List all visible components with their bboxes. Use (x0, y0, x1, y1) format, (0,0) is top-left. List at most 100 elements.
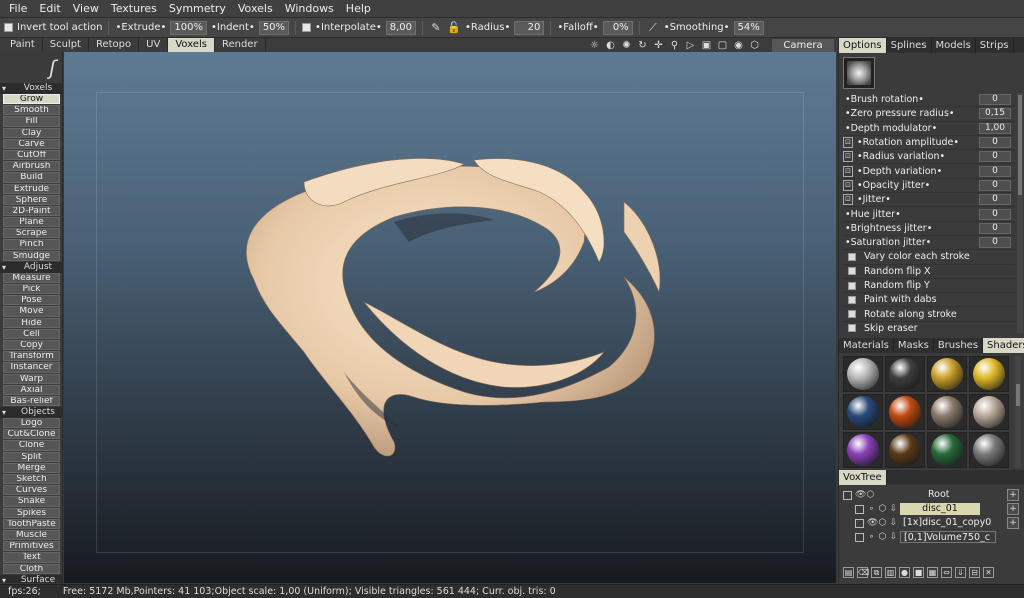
tool-toothpaste[interactable]: ToothPaste (3, 518, 60, 529)
radius-field[interactable]: 20 (514, 20, 545, 35)
tool-2d-paint[interactable]: 2D-Paint (3, 205, 60, 217)
new-folder-icon[interactable]: ▤ (843, 567, 854, 578)
sphere-icon[interactable]: ● (899, 567, 910, 578)
tool-warp[interactable]: Warp (3, 373, 60, 384)
shader-scrollbar[interactable] (1015, 356, 1021, 468)
tool-snake[interactable]: Snake (3, 496, 60, 507)
surface-mode-icon[interactable]: ⇩ (889, 518, 898, 528)
menu-voxels[interactable]: Voxels (232, 0, 279, 18)
add-volume-button[interactable]: + (1007, 517, 1019, 529)
trash-icon[interactable]: ⌫ (857, 567, 869, 578)
tree-row[interactable]: ∘ ⬡ ⇩ [0,1]Volume750_c (843, 530, 1021, 544)
menu-help[interactable]: Help (340, 0, 377, 18)
add-volume-button[interactable]: + (1007, 489, 1019, 501)
eye-icon[interactable]: 👁 (867, 518, 878, 528)
lock-icon[interactable]: ⊡ (843, 179, 853, 191)
tool-plane[interactable]: Plane (3, 217, 60, 228)
eye-icon[interactable]: 👁 (855, 490, 866, 500)
menu-file[interactable]: File (3, 0, 33, 18)
tool-logo[interactable]: Logo (3, 418, 60, 429)
tool-split[interactable]: Split (3, 451, 60, 462)
ghost-icon[interactable]: ∘ (867, 504, 876, 514)
option-value-field[interactable]: 0 (979, 237, 1011, 249)
option-row[interactable]: •Brush rotation• 0 (843, 93, 1015, 108)
tab-retopo[interactable]: Retopo (89, 38, 140, 52)
option-checkbox-row[interactable]: Paint with dabs (843, 293, 1015, 308)
tab-render[interactable]: Render (215, 38, 266, 52)
tool-smudge[interactable]: Smudge (3, 250, 60, 261)
option-checkbox-row[interactable]: Random flip X (843, 265, 1015, 279)
option-row[interactable]: ⊡ •Depth variation• 0 (843, 164, 1015, 179)
invert-checkbox[interactable] (4, 23, 13, 32)
checkbox[interactable] (848, 295, 856, 304)
duplicate-icon[interactable]: ⧉ (871, 567, 882, 578)
tool-cell[interactable]: Cell (3, 328, 60, 339)
menu-edit[interactable]: Edit (33, 0, 66, 18)
section-surface[interactable]: Surface (0, 574, 62, 583)
shader-swatch[interactable] (885, 356, 925, 392)
tool-bas-relief[interactable]: Bas-relief (3, 395, 60, 407)
export-icon[interactable]: ⊟ (969, 567, 980, 578)
option-row[interactable]: •Hue jitter• 0 (843, 207, 1015, 222)
option-value-field[interactable]: 0 (979, 165, 1011, 177)
shader-swatch[interactable] (969, 394, 1009, 430)
shader-swatch[interactable] (885, 432, 925, 468)
option-row[interactable]: ⊡ •Jitter• 0 (843, 193, 1015, 208)
cube-icon[interactable]: ⬡ (748, 40, 761, 51)
option-value-field[interactable]: 0 (979, 208, 1011, 220)
tool-fill[interactable]: Fill (3, 116, 60, 127)
tab-models[interactable]: Models (932, 38, 976, 53)
tab-paint[interactable]: Paint (3, 38, 43, 52)
shader-swatch[interactable] (843, 432, 883, 468)
menu-view[interactable]: View (67, 0, 105, 18)
tool-merge[interactable]: Merge (3, 462, 60, 473)
visibility-checkbox[interactable] (855, 518, 864, 528)
checkbox[interactable] (848, 252, 856, 261)
surface-mode-icon[interactable]: ⇩ (889, 532, 898, 542)
option-checkbox-row[interactable]: Random flip Y (843, 279, 1015, 294)
sun-icon[interactable]: ✺ (620, 40, 633, 51)
tab-uv[interactable]: UV (139, 38, 169, 52)
shader-swatch[interactable] (969, 356, 1009, 392)
ghost-icon[interactable]: ∘ (867, 532, 876, 542)
tool-build[interactable]: Build (3, 172, 60, 183)
smoothing-curve-icon[interactable]: ⟋ (646, 21, 660, 35)
tab-voxtree[interactable]: VoxTree (839, 470, 887, 485)
frame-icon[interactable]: ▣ (700, 40, 713, 51)
tree-node-disc[interactable]: disc_01 (900, 503, 980, 515)
option-row[interactable]: •Depth modulator• 1,00 (843, 122, 1015, 136)
tool-clay[interactable]: Clay (3, 127, 60, 138)
option-checkbox-row[interactable]: Rotate along stroke (843, 307, 1015, 322)
checkbox[interactable] (848, 310, 856, 319)
tool-axial[interactable]: Axial (3, 384, 60, 395)
section-adjust[interactable]: Adjust (0, 261, 62, 273)
tool-pinch[interactable]: Pinch (3, 239, 60, 250)
tab-strips[interactable]: Strips (976, 38, 1014, 53)
lock-icon[interactable]: ⊡ (843, 151, 853, 163)
indent-field[interactable]: 50% (258, 20, 290, 35)
falloff-field[interactable]: 0% (602, 20, 633, 35)
lock-icon[interactable]: ⊡ (843, 137, 853, 149)
option-value-field[interactable]: 0 (979, 222, 1011, 234)
tree-row[interactable]: ∘ ⬡ ⇩ disc_01 + (843, 502, 1021, 516)
tool-muscle[interactable]: Muscle (3, 529, 60, 541)
menu-symmetry[interactable]: Symmetry (163, 0, 232, 18)
move-icon[interactable]: ✛ (652, 40, 665, 51)
option-row[interactable]: ⊡ •Radius variation• 0 (843, 150, 1015, 165)
tab-masks[interactable]: Masks (894, 338, 934, 353)
lock-icon[interactable]: ⊡ (843, 165, 853, 177)
sculpt-object[interactable] (64, 52, 836, 583)
brush-icon[interactable]: ʃ (0, 52, 62, 83)
option-row[interactable]: ⊡ •Rotation amplitude• 0 (843, 136, 1015, 151)
3d-viewport[interactable] (64, 52, 836, 583)
tab-sculpt[interactable]: Sculpt (43, 38, 89, 52)
zoom-icon[interactable]: ⚲ (668, 40, 681, 51)
menu-windows[interactable]: Windows (279, 0, 340, 18)
shading-icon[interactable]: ▢ (716, 40, 729, 51)
light-icon[interactable]: ☼ (588, 40, 601, 51)
option-value-field[interactable]: 0,15 (979, 108, 1011, 120)
surface-mode-icon[interactable]: ⇩ (889, 504, 898, 514)
option-row[interactable]: ⊡ •Opacity jitter• 0 (843, 179, 1015, 194)
tool-curves[interactable]: Curves (3, 485, 60, 496)
scrollbar-thumb[interactable] (1018, 95, 1022, 195)
